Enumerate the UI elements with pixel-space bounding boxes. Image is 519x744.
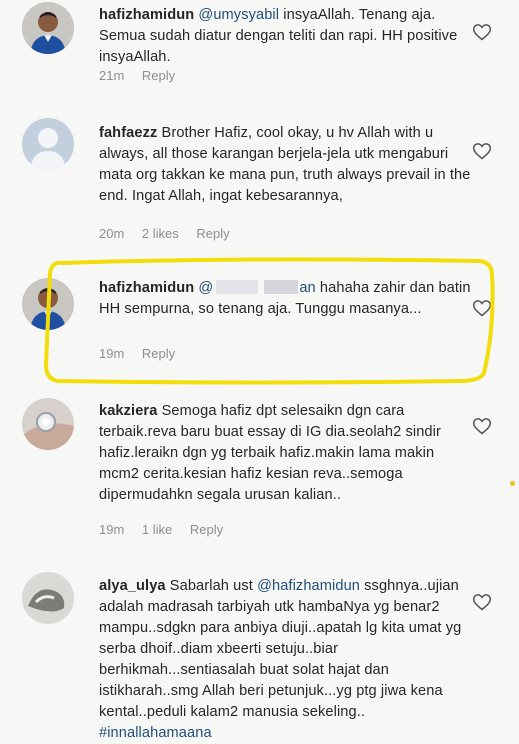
comment-meta: 21m Reply [99, 68, 189, 83]
comment-text: kakziera Semoga hafiz dpt selesaikn dgn … [99, 401, 471, 506]
comment-mention[interactable]: @umysyabil [198, 7, 279, 23]
heart-outline-icon[interactable] [472, 416, 492, 436]
comment-body: ssghnya..ujian adalah madrasah tarbiyah … [99, 578, 462, 720]
redacted-block [264, 280, 299, 294]
heart-outline-icon[interactable] [472, 298, 492, 318]
reply-button[interactable]: Reply [190, 522, 223, 537]
comment-time: 19m [99, 346, 125, 361]
comment-username[interactable]: hafizhamidun [99, 7, 194, 23]
comment-username[interactable]: fahfaezz [99, 125, 157, 141]
comment-body: Sabarlah ust [165, 578, 258, 594]
decorative-dot [510, 481, 515, 486]
comment-meta: 19m Reply [99, 346, 189, 361]
avatar[interactable] [22, 572, 74, 624]
avatar[interactable] [22, 118, 74, 170]
heart-outline-icon[interactable] [472, 141, 492, 161]
comment-username[interactable]: kakziera [99, 403, 157, 419]
avatar[interactable] [22, 278, 74, 330]
reply-button[interactable]: Reply [142, 68, 175, 83]
redacted-block [216, 280, 259, 294]
reply-button[interactable]: Reply [142, 346, 175, 361]
comment-hashtag[interactable]: #innallahamaana [99, 725, 212, 741]
comment-text: hafizhamidun @umysyabil insyaAllah. Tena… [99, 5, 471, 68]
comment-meta: 19m 1 like Reply [99, 522, 237, 537]
avatar[interactable] [22, 2, 74, 54]
comment-username[interactable]: hafizhamidun [99, 280, 194, 296]
comment-username[interactable]: alya_ulya [99, 578, 166, 594]
comment-mention[interactable]: @hafizhamidun [257, 578, 360, 594]
comment-time: 20m [99, 226, 125, 241]
heart-outline-icon[interactable] [472, 592, 492, 612]
comment-time: 21m [99, 68, 125, 83]
comment-text: hafizhamidun @ an hahaha zahir dan batin … [99, 278, 471, 320]
highlight-annotation [44, 257, 495, 385]
comment-text: alya_ulya Sabarlah ust @hafizhamidun ssg… [99, 576, 471, 744]
avatar[interactable] [22, 398, 74, 450]
comment-mention[interactable]: @ an [198, 280, 316, 296]
comment-text: fahfaezz Brother Hafiz, cool okay, u hv … [99, 123, 471, 207]
comment-time: 19m [99, 522, 125, 537]
comment-likes[interactable]: 2 likes [142, 226, 179, 241]
comment-meta: 20m 2 likes Reply [99, 226, 244, 241]
comment-likes[interactable]: 1 like [142, 522, 172, 537]
reply-button[interactable]: Reply [196, 226, 229, 241]
heart-outline-icon[interactable] [472, 22, 492, 42]
